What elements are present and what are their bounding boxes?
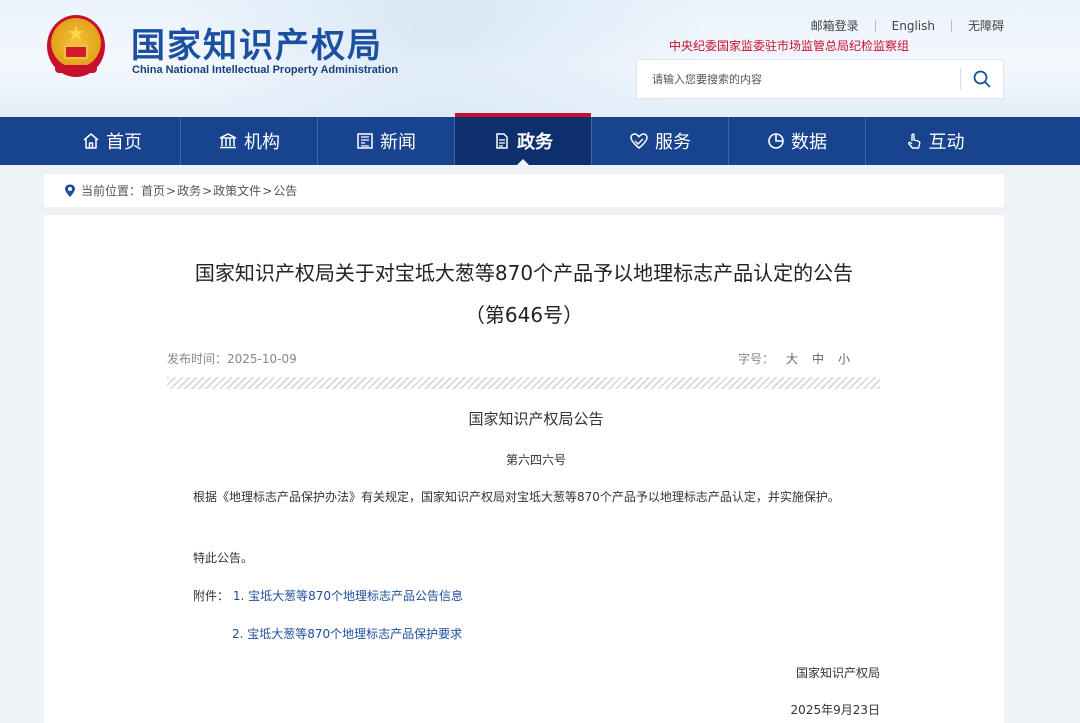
search-icon [973, 70, 991, 88]
breadcrumb: 当前位置： 首页 > 政务 > 政策文件 > 公告 [44, 174, 1004, 207]
gate-icon [64, 45, 88, 59]
nav-label: 首页 [106, 132, 142, 153]
breadcrumb-prefix: 当前位置： [81, 184, 142, 198]
breadcrumb-separator: > [262, 183, 273, 198]
service-icon [630, 133, 648, 149]
nav-item-service[interactable]: 服务 [592, 117, 729, 165]
hand-icon [907, 133, 920, 149]
mail-login-link[interactable]: 邮箱登录 [795, 17, 875, 34]
search-input[interactable] [637, 60, 960, 98]
notice-number: 第六四六号 [505, 453, 566, 467]
breadcrumb-item-government[interactable]: 政务 [177, 182, 201, 199]
article-meta: 发布时间：2025-10-09 字号： 大 中 小 [167, 350, 880, 367]
signature: 国家知识产权局 [795, 666, 880, 680]
article-panel: 国家知识产权局关于对宝坻大葱等870个产品予以地理标志产品认定的公告 （第646… [44, 215, 1004, 723]
publish-date-label: 发布时间： [167, 352, 228, 366]
nav-item-interaction[interactable]: 互动 [866, 117, 1003, 165]
nav-label: 互动 [928, 132, 965, 153]
site-logo-en[interactable]: China National Intellectual Property Adm… [132, 64, 398, 76]
home-icon [83, 133, 99, 149]
search-button[interactable] [961, 60, 1003, 98]
ribbon-icon [55, 65, 97, 73]
nav-label: 政务 [517, 132, 553, 153]
breadcrumb-item-policy[interactable]: 政策文件 [213, 182, 261, 199]
supervision-link[interactable]: 中央纪委国家监委驻市场监管总局纪检监察组 [669, 37, 909, 54]
font-size-medium[interactable]: 中 [812, 350, 824, 367]
institution-icon [219, 133, 237, 149]
striped-divider [167, 377, 880, 389]
document-icon [496, 133, 508, 149]
nav-label: 机构 [244, 132, 280, 153]
nav-item-institution[interactable]: 机构 [181, 117, 318, 165]
article-title-number: （第646号） [464, 303, 584, 327]
english-link[interactable]: English [876, 19, 951, 33]
article-ending: 特此公告。 [193, 551, 254, 565]
star-icon: ★ [67, 21, 85, 45]
national-emblem-logo[interactable]: ★ [47, 15, 105, 77]
notice-heading: 国家知识产权局公告 [468, 410, 604, 428]
attachment-row: 附件： 1. 宝坻大葱等870个地理标志产品公告信息 [193, 587, 463, 604]
font-size-switcher: 字号： 大 中 小 [738, 350, 850, 367]
signature-date: 2025年9月23日 [790, 703, 880, 717]
attachment-link-2[interactable]: 2. 宝坻大葱等870个地理标志产品保护要求 [232, 627, 462, 641]
breadcrumb-separator: > [202, 183, 213, 198]
attachment-row: 2. 宝坻大葱等870个地理标志产品保护要求 [232, 625, 462, 642]
publish-date: 2025-10-09 [227, 352, 297, 366]
nav-item-news[interactable]: 新闻 [318, 117, 455, 165]
site-header: ★ 国家知识产权局 China National Intellectual Pr… [0, 0, 1080, 117]
article-title: 国家知识产权局关于对宝坻大葱等870个产品予以地理标志产品认定的公告 [194, 261, 854, 285]
nav-item-home[interactable]: 首页 [44, 117, 181, 165]
search-box [636, 59, 1004, 99]
nav-item-government[interactable]: 政务 [455, 113, 592, 165]
article-body: 根据《地理标志产品保护办法》有关规定，国家知识产权局对宝坻大葱等870个产品予以… [193, 490, 840, 504]
font-size-label: 字号： [737, 352, 774, 366]
location-pin-icon [65, 184, 75, 197]
breadcrumb-item-home[interactable]: 首页 [141, 182, 165, 199]
main-nav: 首页 机构 新闻 政务 服务 数据 互动 [0, 113, 1080, 165]
news-icon [357, 133, 373, 149]
breadcrumb-separator: > [166, 183, 177, 198]
accessibility-link[interactable]: 无障碍 [952, 17, 1004, 34]
attachment-label: 附件： [193, 589, 230, 603]
attachment-link-1[interactable]: 1. 宝坻大葱等870个地理标志产品公告信息 [233, 589, 463, 603]
nav-label: 服务 [655, 132, 691, 153]
nav-item-data[interactable]: 数据 [729, 117, 866, 165]
breadcrumb-item-notice[interactable]: 公告 [273, 182, 297, 199]
nav-label: 数据 [791, 132, 827, 153]
pie-chart-icon [768, 133, 784, 149]
site-logo-cn[interactable]: 国家知识产权局 [131, 18, 383, 67]
nav-label: 新闻 [380, 132, 416, 153]
font-size-small[interactable]: 小 [838, 350, 850, 367]
font-size-large[interactable]: 大 [786, 350, 798, 367]
top-links: 邮箱登录 English 无障碍 [795, 17, 1004, 34]
